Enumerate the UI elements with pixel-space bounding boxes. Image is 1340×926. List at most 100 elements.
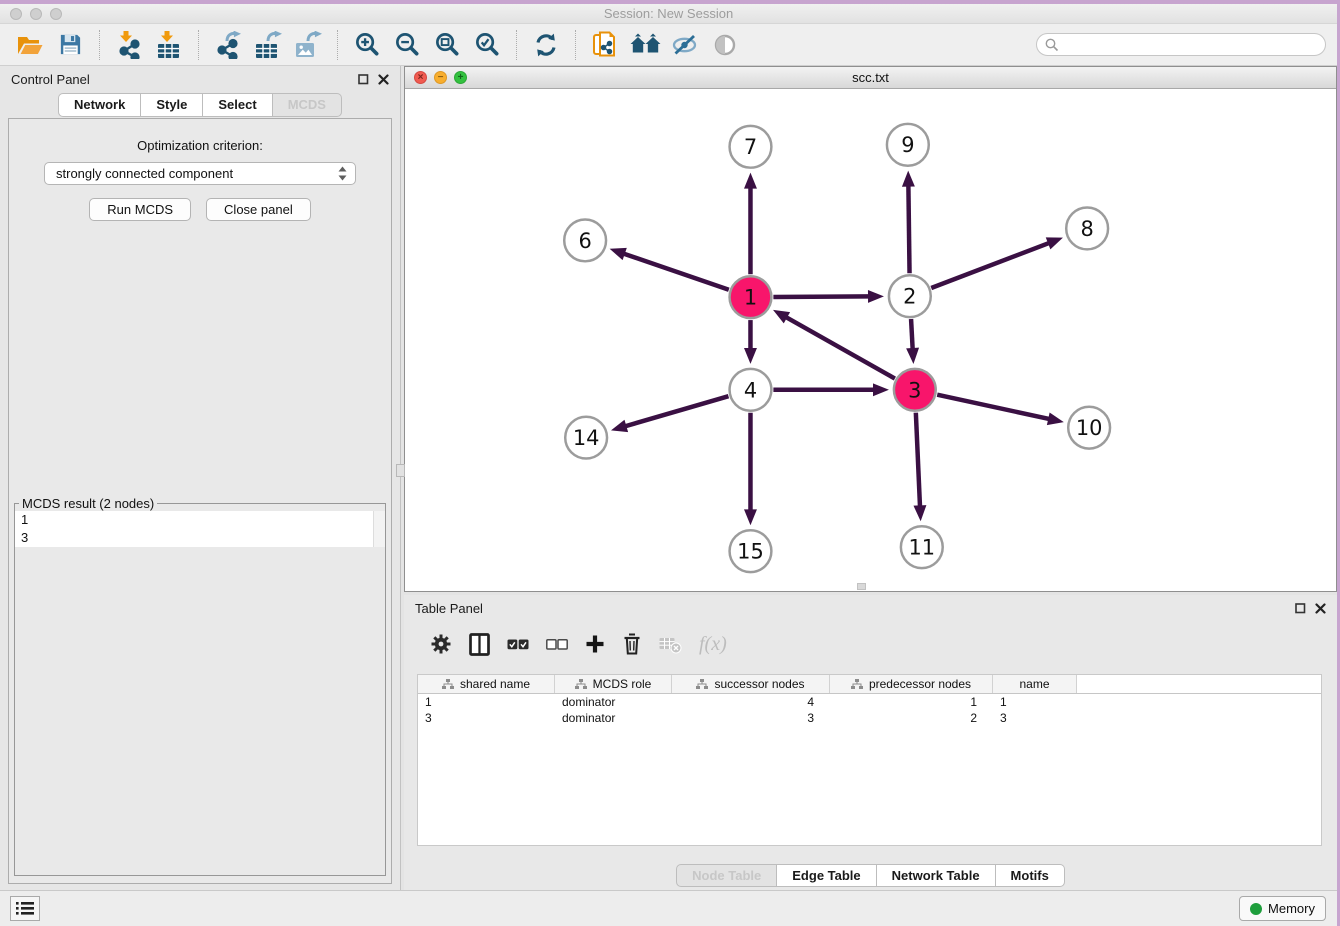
show-columns-button[interactable] [469,633,490,656]
export-image-button[interactable] [288,28,328,62]
close-panel-button[interactable]: Close panel [206,198,311,221]
toolbar-separator [575,30,576,60]
table-cell[interactable]: 1 [418,694,555,710]
memory-button[interactable]: Memory [1239,896,1326,921]
mcds-result-item: 3 [15,529,385,547]
tab-network-table[interactable]: Network Table [877,864,996,887]
table-cell[interactable]: 1 [830,694,993,710]
graph-edge-1-2[interactable] [773,296,870,297]
table-cell[interactable]: dominator [555,694,672,710]
refresh-button[interactable] [526,28,566,62]
zoom-in-button[interactable] [347,28,387,62]
float-panel-icon[interactable] [1295,603,1306,614]
graph-edge-1-6[interactable] [623,253,729,289]
column-header-shared-name[interactable]: shared name [418,675,555,693]
close-panel-icon[interactable] [378,74,389,85]
tab-network[interactable]: Network [58,93,141,117]
open-session-button[interactable] [10,28,50,62]
column-header-label: predecessor nodes [869,677,971,691]
table-cell[interactable]: 3 [672,710,830,726]
graph-node-label: 2 [903,285,916,309]
table-panel-title: Table Panel [415,601,483,616]
graph-node-label: 10 [1076,416,1103,440]
delete-column-button[interactable] [622,632,642,656]
function-builder-button[interactable]: f(x) [699,633,727,656]
zoom-in-icon [354,31,381,58]
zoom-out-button[interactable] [387,28,427,62]
search-input[interactable] [1036,33,1326,56]
zoom-selected-button[interactable] [467,28,507,62]
export-network-button[interactable] [208,28,248,62]
float-panel-icon[interactable] [358,74,369,85]
network-graph: 1234678910111415 [405,89,1336,591]
close-panel-icon[interactable] [1315,603,1326,614]
mcds-result-list[interactable]: 13 [15,511,385,547]
save-session-button[interactable] [50,28,90,62]
table-cell[interactable]: 3 [418,710,555,726]
graph-edge-arrowhead [744,509,757,525]
tab-style[interactable]: Style [141,93,203,117]
graph-node-label: 3 [908,378,921,402]
canvas-scroll-nub[interactable] [857,583,866,590]
column-header-successor-nodes[interactable]: successor nodes [672,675,830,693]
table-cell[interactable]: 4 [672,694,830,710]
unselect-all-columns-button[interactable] [546,639,568,650]
network-view-window: × − + scc.txt 1234678910111415 [404,66,1337,592]
task-history-button[interactable] [10,896,40,921]
table-cell[interactable]: 3 [993,710,1077,726]
clone-network-icon [592,31,619,59]
table-cell[interactable]: dominator [555,710,672,726]
graph-node-label: 8 [1080,217,1093,241]
graph-edge-2-9[interactable] [908,185,909,274]
panel-divider-grip[interactable] [396,464,405,477]
network-window-title: scc.txt [405,70,1336,85]
column-header-label: shared name [460,677,530,691]
unchecked-boxes-icon [546,639,568,650]
column-header-mcds-role[interactable]: MCDS role [555,675,672,693]
tab-mcds[interactable]: MCDS [273,93,342,117]
import-table-button[interactable] [149,28,189,62]
table-header-row: shared name MCDS role successor nodes prede… [418,675,1321,694]
graph-edge-3-10[interactable] [937,395,1050,420]
column-header-name[interactable]: name [993,675,1077,693]
tab-edge-table[interactable]: Edge Table [777,864,876,887]
result-scrollbar[interactable] [373,511,385,547]
mcds-result-fieldset: MCDS result (2 nodes) 13 [14,496,386,876]
first-neighbors-button[interactable] [625,28,665,62]
import-network-button[interactable] [109,28,149,62]
graph-edge-3-11[interactable] [916,413,920,508]
save-icon [58,32,83,57]
create-column-button[interactable] [585,634,605,654]
double-home-icon [630,33,661,56]
clone-network-button[interactable] [585,28,625,62]
network-canvas[interactable]: 1234678910111415 [405,89,1336,591]
column-header-predecessor-nodes[interactable]: predecessor nodes [830,675,993,693]
graph-edge-3-1[interactable] [785,317,895,379]
network-window-titlebar[interactable]: × − + scc.txt [405,67,1336,89]
graphics-details-button[interactable] [705,28,745,62]
table-panel: Table Panel [404,595,1337,890]
hide-selected-button[interactable] [665,28,705,62]
table-cell[interactable]: 1 [993,694,1077,710]
optimization-criterion-select[interactable]: strongly connected component [44,162,356,185]
select-all-columns-button[interactable] [507,639,529,650]
tab-node-table[interactable]: Node Table [676,864,777,887]
column-header-label: MCDS role [593,677,652,691]
tab-motifs[interactable]: Motifs [996,864,1065,887]
run-mcds-button[interactable]: Run MCDS [89,198,191,221]
table-settings-button[interactable] [430,633,452,655]
toolbar-separator [516,30,517,60]
zoom-selected-icon [474,31,501,58]
graph-edge-2-3[interactable] [911,319,913,350]
trash-icon [622,632,642,656]
delete-table-button[interactable] [659,634,682,654]
tree-icon [851,679,863,690]
table-row[interactable]: 3dominator323 [418,710,1321,726]
table-row[interactable]: 1dominator411 [418,694,1321,710]
graph-edge-2-8[interactable] [931,243,1050,288]
export-table-button[interactable] [248,28,288,62]
table-cell[interactable]: 2 [830,710,993,726]
tab-select[interactable]: Select [203,93,272,117]
graph-edge-4-14[interactable] [624,396,728,426]
zoom-fit-button[interactable] [427,28,467,62]
